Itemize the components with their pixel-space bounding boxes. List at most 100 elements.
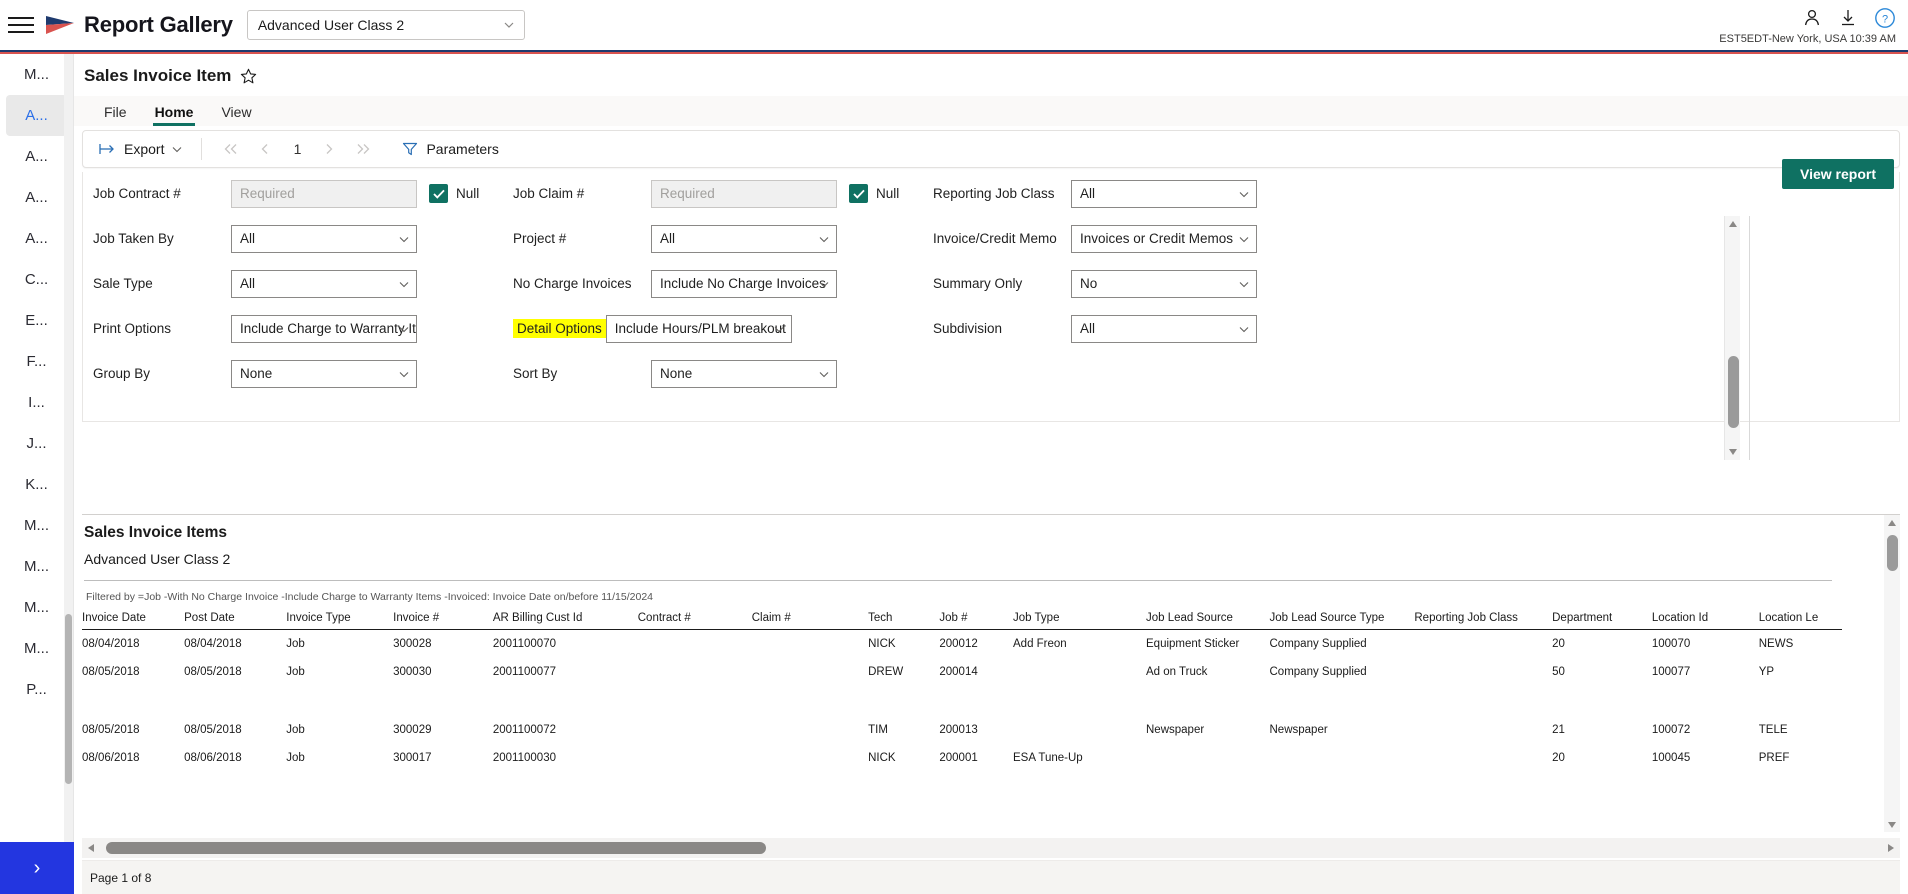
hamburger-icon[interactable] — [8, 15, 34, 35]
prev-page-icon[interactable] — [248, 136, 282, 162]
rail-item-4[interactable]: A... — [6, 218, 67, 259]
parameter-dropdown[interactable]: Include No Charge Invoices — [651, 269, 837, 298]
scroll-left-icon[interactable] — [82, 838, 100, 858]
parameter-cell: Job Taken By All — [83, 216, 503, 261]
parameter-dropdown[interactable]: All — [1071, 179, 1257, 208]
hscroll-track[interactable] — [100, 838, 1882, 858]
chevron-down-icon — [398, 323, 410, 335]
view-report-button[interactable]: View report — [1782, 159, 1894, 189]
tab-home[interactable]: Home — [141, 104, 208, 126]
parameter-dropdown[interactable]: Include Hours/PLM breakout — [605, 314, 792, 343]
null-checkbox[interactable] — [429, 184, 448, 203]
scroll-up-icon[interactable] — [1725, 216, 1741, 232]
report-header: Sales Invoice Item — [74, 54, 1908, 88]
table-column-header: Location Id — [1651, 612, 1759, 630]
parameter-dropdown-value: Include No Charge Invoices — [660, 276, 826, 291]
parameter-dropdown[interactable]: All — [651, 224, 837, 253]
report-vertical-scrollbar[interactable] — [1884, 515, 1900, 832]
rail-item-10[interactable]: K... — [6, 464, 67, 505]
parameter-dropdown[interactable]: All — [231, 269, 417, 298]
help-circle-icon[interactable]: ? — [1874, 7, 1896, 29]
parameter-label: Sort By — [513, 366, 558, 381]
parameters-button[interactable]: Parameters — [402, 141, 499, 157]
table-row[interactable]: 08/05/2018 08/05/2018 Job 300029 2001100072 T… — [82, 716, 1842, 744]
rail-scrollbar-thumb[interactable] — [65, 614, 72, 784]
table-cell: 300029 — [393, 724, 432, 736]
rail-item-3[interactable]: A... — [6, 177, 67, 218]
null-checkbox[interactable] — [849, 184, 868, 203]
table-cell: Newspaper — [1269, 724, 1328, 736]
rail-item-15[interactable]: P... — [6, 669, 67, 710]
table-column-header: Job Lead Source Type — [1269, 612, 1415, 630]
parameter-label: Invoice/Credit Memo — [933, 231, 1057, 246]
timezone-label: EST5EDT-New York, USA 10:39 AM — [1719, 32, 1896, 45]
report-horizontal-scrollbar[interactable] — [82, 838, 1900, 858]
tab-view[interactable]: View — [207, 104, 265, 126]
last-page-icon[interactable] — [346, 136, 380, 162]
rail-item-11[interactable]: M... — [6, 505, 67, 546]
parameter-dropdown[interactable]: None — [231, 359, 417, 388]
parameter-text-input[interactable]: Required — [651, 179, 837, 208]
hscroll-thumb[interactable] — [106, 842, 766, 854]
rail-item-5[interactable]: C... — [6, 259, 67, 300]
flag-arrow-logo — [44, 14, 78, 36]
rail-item-13[interactable]: M... — [6, 587, 67, 628]
parameter-dropdown[interactable]: None — [651, 359, 837, 388]
table-row[interactable]: 08/04/2018 08/04/2018 Job 300028 2001100070 N… — [82, 630, 1842, 659]
current-page-number[interactable]: 1 — [282, 141, 312, 157]
scroll-down-icon[interactable] — [1884, 817, 1900, 832]
parameter-label: Print Options — [93, 321, 172, 336]
star-outline-icon[interactable] — [240, 68, 257, 85]
parameter-dropdown[interactable]: No — [1071, 269, 1257, 298]
parameters-vertical-scrollbar[interactable] — [1724, 216, 1740, 460]
person-icon[interactable] — [1802, 8, 1822, 28]
table-cell: 200001 — [939, 752, 978, 764]
table-cell: 100072 — [1651, 724, 1691, 736]
rail-item-7[interactable]: F... — [6, 341, 67, 382]
table-row[interactable]: 08/06/2018 08/06/2018 Job 300017 2001100030 N… — [82, 744, 1842, 772]
table-column-header: Job Lead Source — [1146, 612, 1270, 630]
parameter-dropdown-value: All — [240, 231, 256, 246]
rail-item-14[interactable]: M... — [6, 628, 67, 669]
table-cell: DREW — [868, 666, 904, 678]
top-app-bar: Report Gallery Advanced User Class 2 ? E… — [0, 0, 1908, 50]
table-row[interactable]: 08/05/2018 08/05/2018 Job 300030 2001100077 D… — [82, 658, 1842, 716]
parameter-dropdown[interactable]: All — [1071, 314, 1257, 343]
rail-item-1[interactable]: A... — [6, 95, 67, 136]
next-page-icon[interactable] — [312, 136, 346, 162]
rail-item-0[interactable]: M... — [6, 54, 67, 95]
parameter-dropdown[interactable]: Invoices or Credit Memos — [1071, 224, 1257, 253]
table-cell: 200013 — [939, 724, 978, 736]
rail-item-8[interactable]: I... — [6, 382, 67, 423]
rail-item-9[interactable]: J... — [6, 423, 67, 464]
parameter-cell: Print Options Include Charge to Warranty … — [83, 306, 503, 351]
parameter-cell: Sale Type All — [83, 261, 503, 306]
user-class-select[interactable]: Advanced User Class 2 — [246, 10, 525, 40]
parameter-dropdown[interactable]: Include Charge to Warranty Items — [231, 314, 417, 343]
rail-item-6[interactable]: E... — [6, 300, 67, 341]
rail-item-2[interactable]: A... — [6, 136, 67, 177]
table-cell: 08/04/2018 — [82, 638, 140, 650]
download-icon[interactable] — [1838, 8, 1858, 28]
parameter-text-input[interactable]: Required — [231, 179, 417, 208]
tab-file[interactable]: File — [90, 104, 141, 126]
toolbar-divider — [201, 138, 203, 160]
parameter-control: Include No Charge Invoices — [651, 269, 837, 298]
scroll-right-icon[interactable] — [1882, 838, 1900, 858]
parameters-scroll-thumb[interactable] — [1728, 356, 1739, 428]
rail-expand-button[interactable]: › — [0, 842, 74, 894]
parameter-control: All — [651, 224, 837, 253]
export-button[interactable]: Export — [93, 141, 189, 157]
table-cell — [1013, 658, 1146, 716]
chevron-down-icon — [503, 19, 515, 31]
table-cell: 300028 — [393, 638, 432, 650]
scroll-up-icon[interactable] — [1884, 515, 1900, 531]
rail-item-12[interactable]: M... — [6, 546, 67, 587]
report-scroll-thumb[interactable] — [1887, 535, 1898, 571]
rail-scrollbar[interactable] — [64, 54, 73, 894]
parameter-dropdown[interactable]: All — [231, 224, 417, 253]
parameter-control: Required — [231, 179, 417, 208]
scroll-down-icon[interactable] — [1725, 444, 1741, 460]
page-status-label: Page 1 of 8 — [90, 870, 152, 885]
first-page-icon[interactable] — [214, 136, 248, 162]
